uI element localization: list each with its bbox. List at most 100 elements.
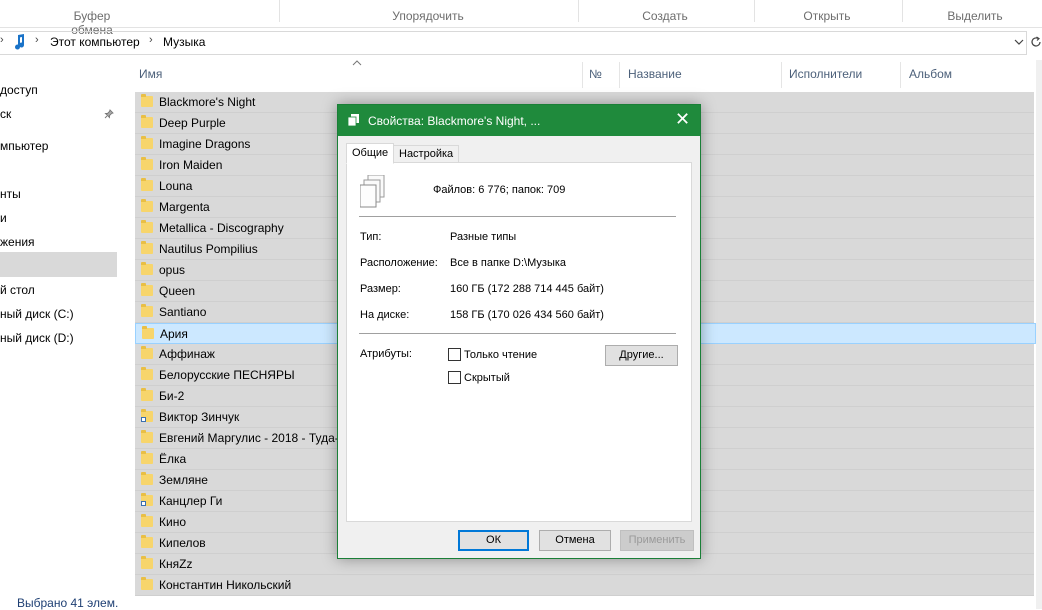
- folder-icon: [141, 451, 153, 464]
- pin-icon[interactable]: [104, 109, 114, 119]
- folder-shortcut-icon: [141, 493, 153, 506]
- folder-icon: [141, 199, 153, 212]
- file-name: Santiano: [159, 305, 207, 319]
- address-bar[interactable]: › › Этот компьютер › Музыка: [0, 31, 1042, 55]
- readonly-label[interactable]: Только чтение: [464, 349, 537, 361]
- breadcrumb-music[interactable]: Музыка: [163, 35, 205, 49]
- general-tab-panel: Файлов: 6 776; папок: 709 Тип: Разные ти…: [346, 162, 692, 522]
- nav-item-disk[interactable]: ск: [0, 107, 11, 121]
- folder-icon: [141, 556, 153, 569]
- file-name: Blackmore's Night: [159, 95, 256, 109]
- folder-icon: [141, 94, 153, 107]
- file-row[interactable]: Константин Никольский: [135, 575, 1034, 596]
- folder-icon: [141, 535, 153, 548]
- file-name: Би-2: [159, 389, 185, 403]
- folder-icon: [141, 472, 153, 485]
- location-value: Все в папке D:\Музыка: [450, 257, 567, 269]
- folder-icon: [142, 326, 154, 339]
- column-header-number[interactable]: №: [589, 67, 602, 81]
- hidden-label[interactable]: Скрытый: [464, 372, 510, 384]
- folder-icon: [141, 346, 153, 359]
- file-name: Iron Maiden: [159, 158, 223, 172]
- folder-icon: [141, 136, 153, 149]
- file-name: opus: [159, 263, 186, 277]
- ribbon: Буфер обмена Упорядочить Создать Открыть…: [0, 0, 1042, 37]
- column-separator[interactable]: [619, 62, 620, 88]
- type-value: Разные типы: [450, 231, 517, 243]
- nav-selection-highlight: [0, 252, 117, 277]
- breadcrumb-chevron-icon[interactable]: ›: [149, 34, 153, 46]
- column-header-title[interactable]: Название: [628, 67, 682, 81]
- ok-button[interactable]: ОК: [458, 530, 529, 551]
- divider: [359, 216, 676, 217]
- nav-item-disk-c[interactable]: ный диск (C:): [0, 307, 74, 321]
- folder-icon: [141, 115, 153, 128]
- tab-general[interactable]: Общие: [346, 143, 395, 164]
- hidden-checkbox[interactable]: [448, 371, 461, 384]
- file-name: Канцлер Ги: [159, 494, 223, 508]
- nav-item-quick-access[interactable]: доступ: [0, 83, 38, 97]
- column-separator[interactable]: [582, 62, 583, 88]
- file-name: Кино: [159, 515, 186, 529]
- nav-item-documents[interactable]: нты: [0, 187, 21, 201]
- file-name: Margenta: [159, 200, 210, 214]
- folder-icon: [141, 262, 153, 275]
- breadcrumb-this-pc[interactable]: Этот компьютер: [50, 35, 140, 49]
- ribbon-separator: [754, 0, 755, 22]
- chevron-down-icon[interactable]: [1013, 36, 1025, 48]
- dialog-title: Свойства: Blackmore's Night, ...: [368, 114, 541, 128]
- column-separator[interactable]: [781, 62, 782, 88]
- folder-icon: [141, 157, 153, 170]
- ribbon-separator: [578, 0, 579, 22]
- cancel-button[interactable]: Отмена: [539, 530, 611, 551]
- file-name: Белорусские ПЕСНЯРЫ: [159, 368, 295, 382]
- file-name: Deep Purple: [159, 116, 226, 130]
- folder-icon: [141, 178, 153, 191]
- documents-icon: [348, 114, 359, 126]
- vertical-scrollbar[interactable]: [1036, 60, 1042, 609]
- back-chevron-icon[interactable]: ›: [0, 34, 4, 46]
- file-name: Виктор Зинчук: [159, 410, 240, 424]
- column-header-album[interactable]: Альбом: [909, 67, 952, 81]
- file-name: Аффинаж: [159, 347, 215, 361]
- file-name: Ария: [160, 327, 188, 341]
- ribbon-group-select: Выделить: [947, 9, 1003, 23]
- advanced-button[interactable]: Другие...: [605, 345, 678, 366]
- music-note-icon: [15, 34, 25, 50]
- folder-icon: [141, 514, 153, 527]
- nav-item-this-pc[interactable]: мпьютер: [0, 139, 48, 153]
- shortcut-arrow-icon: [141, 501, 146, 506]
- close-icon[interactable]: ✕: [675, 110, 690, 128]
- shortcut-arrow-icon: [141, 417, 146, 422]
- file-name: Константин Никольский: [159, 578, 292, 592]
- sort-ascending-icon: [352, 60, 362, 66]
- size-on-disk-label: На диске:: [360, 309, 410, 321]
- breadcrumb-chevron-icon[interactable]: ›: [35, 34, 39, 46]
- file-name: Louna: [159, 179, 193, 193]
- status-bar-text: Выбрано 41 элем.: [17, 596, 119, 610]
- file-name: Ёлка: [159, 452, 187, 466]
- folder-icon: [141, 283, 153, 296]
- ribbon-separator: [902, 0, 903, 22]
- address-box[interactable]: [0, 31, 1027, 55]
- file-name: КняZz: [159, 557, 193, 571]
- column-separator[interactable]: [900, 62, 901, 88]
- column-header-artists[interactable]: Исполнители: [789, 67, 862, 81]
- nav-item-pictures[interactable]: жения: [0, 235, 35, 249]
- nav-item-desktop[interactable]: й стол: [0, 283, 35, 297]
- folder-icon: [141, 430, 153, 443]
- size-on-disk-value: 158 ГБ (170 026 434 560 байт): [450, 309, 604, 321]
- refresh-icon[interactable]: [1030, 36, 1042, 48]
- nav-item-disk-d[interactable]: ный диск (D:): [0, 331, 74, 345]
- apply-button[interactable]: Применить: [620, 530, 694, 551]
- folder-shortcut-icon: [141, 409, 153, 422]
- divider: [359, 333, 676, 334]
- dialog-title-bar[interactable]: Свойства: Blackmore's Night, ... ✕: [338, 105, 700, 136]
- file-name: Евгений Маргулис - 2018 - Туда-: [159, 431, 339, 445]
- column-header-name[interactable]: Имя: [139, 67, 162, 81]
- readonly-checkbox[interactable]: [448, 348, 461, 361]
- folder-icon: [141, 220, 153, 233]
- multiple-files-icon: [360, 175, 385, 208]
- ribbon-group-organize: Упорядочить: [392, 9, 464, 23]
- nav-item-downloads[interactable]: и: [0, 211, 7, 225]
